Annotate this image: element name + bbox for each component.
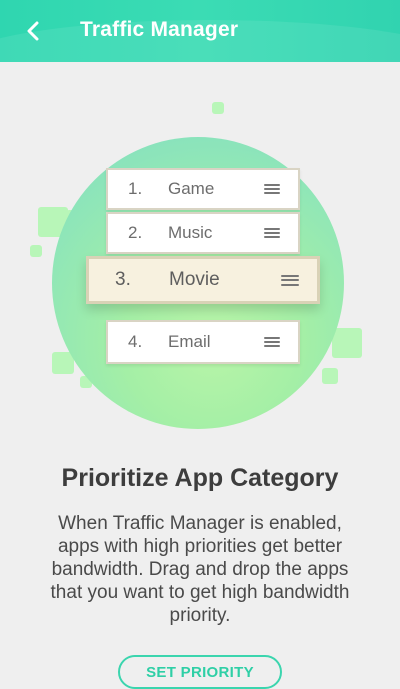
- drag-handle-icon: [264, 184, 280, 194]
- item-name: Movie: [169, 269, 220, 290]
- item-name: Game: [168, 179, 215, 198]
- priority-item-email: 4. Email: [106, 320, 300, 364]
- page-title: Traffic Manager: [80, 18, 239, 41]
- item-name: Music: [168, 223, 213, 242]
- back-button[interactable]: [18, 16, 48, 46]
- section-heading: Prioritize App Category: [61, 464, 339, 492]
- priority-illustration: 1. Game 2. Music 4. Email 3. Movie: [0, 62, 400, 442]
- section-description: When Traffic Manager is enabled, apps wi…: [50, 513, 350, 626]
- decor-square: [332, 328, 362, 358]
- item-number: 3.: [115, 269, 131, 290]
- decor-square: [30, 245, 42, 257]
- drag-handle-icon: [281, 274, 299, 286]
- decor-square: [212, 102, 224, 114]
- item-number: 2.: [128, 223, 143, 242]
- decor-square: [322, 368, 338, 384]
- app-header: Traffic Manager: [0, 0, 400, 62]
- chevron-left-icon: [27, 21, 39, 41]
- set-priority-button[interactable]: SET PRIORITY: [118, 655, 282, 689]
- drag-handle-icon: [264, 228, 280, 238]
- item-number: 1.: [128, 179, 143, 198]
- drag-handle-icon: [264, 337, 280, 347]
- priority-item-music: 2. Music: [106, 212, 300, 254]
- item-name: Email: [168, 332, 211, 351]
- priority-item-movie-dragging: 3. Movie: [86, 256, 320, 304]
- item-number: 4.: [128, 332, 143, 351]
- priority-item-game: 1. Game: [106, 168, 300, 210]
